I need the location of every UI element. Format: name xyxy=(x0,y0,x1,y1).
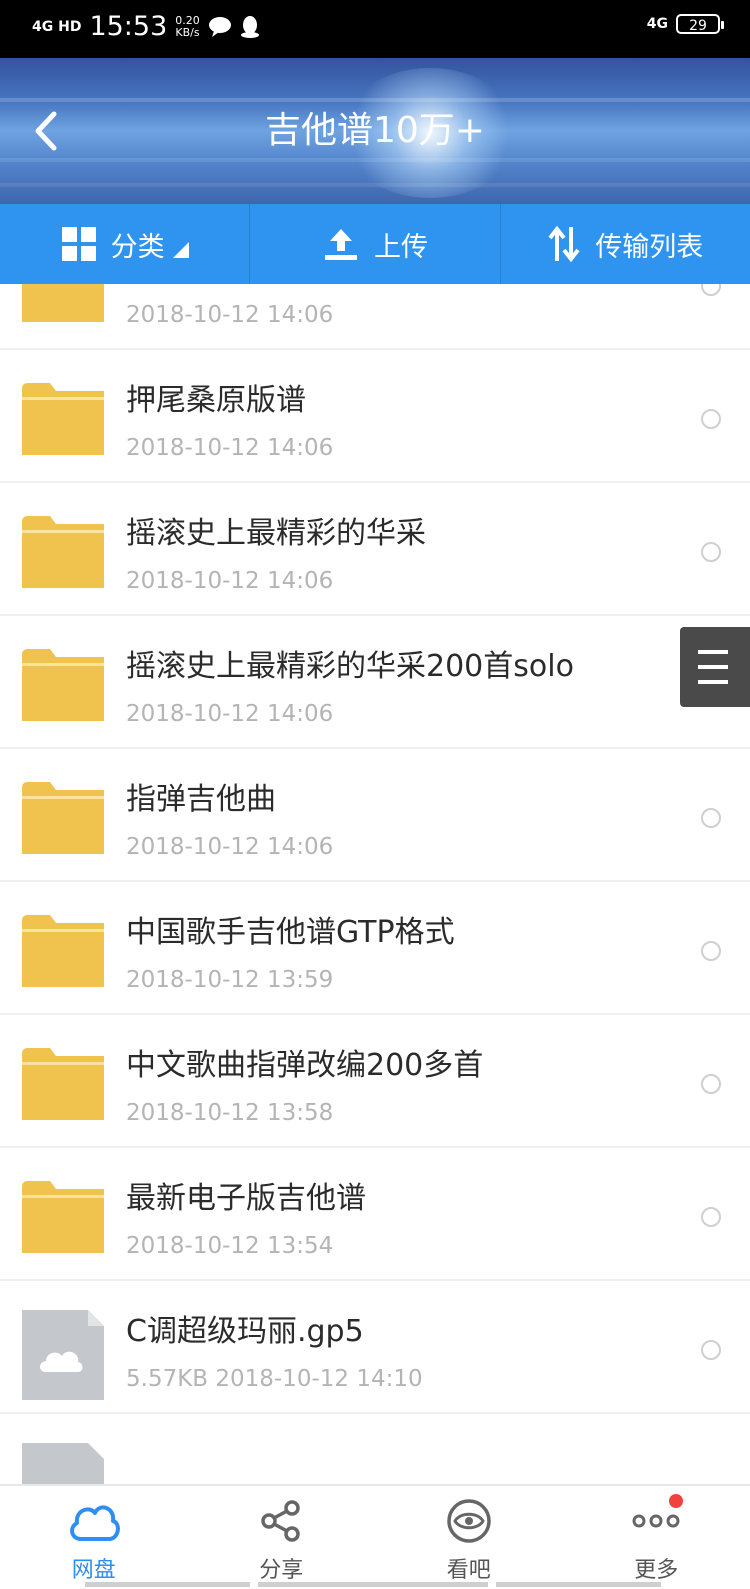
banner-wave xyxy=(0,158,750,162)
tab-more[interactable]: 更多 xyxy=(563,1486,750,1589)
item-meta: 2018-10-12 14:06 xyxy=(126,433,333,463)
action-toolbar: 分类 上传 传输列表 xyxy=(0,204,750,284)
folder-icon xyxy=(22,516,104,588)
item-meta: 2018-10-12 14:06 xyxy=(126,300,333,330)
select-radio[interactable] xyxy=(701,808,721,828)
page-title: 吉他谱10万+ xyxy=(0,106,750,156)
chat-icon xyxy=(208,16,232,38)
upload-button[interactable]: 上传 xyxy=(250,204,500,284)
tab-watch[interactable]: 看吧 xyxy=(375,1486,563,1589)
item-meta: 2018-10-12 13:59 xyxy=(126,965,333,995)
cloud-file-icon xyxy=(22,1310,104,1400)
transfer-list-label: 传输列表 xyxy=(595,225,703,264)
item-name: 最新电子版吉他谱 xyxy=(126,1181,366,1217)
select-radio[interactable] xyxy=(701,1074,721,1094)
select-radio[interactable] xyxy=(701,941,721,961)
item-meta: 5.57KB 2018-10-12 14:10 xyxy=(126,1364,423,1394)
share-icon xyxy=(259,1499,303,1543)
select-radio[interactable] xyxy=(701,284,721,296)
folder-icon xyxy=(22,915,104,987)
folder-icon xyxy=(22,1048,104,1120)
battery-indicator: 29 xyxy=(676,14,720,34)
cloud-file-icon xyxy=(22,1443,104,1484)
more-dots-icon xyxy=(631,1511,681,1531)
select-radio[interactable] xyxy=(701,409,721,429)
transfer-arrows-icon xyxy=(547,225,581,263)
nav-indicator xyxy=(258,1582,488,1587)
tab-more-label: 更多 xyxy=(634,1552,678,1584)
grid-icon xyxy=(61,226,97,262)
tab-share[interactable]: 分享 xyxy=(188,1486,376,1589)
folder-row[interactable]: 摇滚史上最精彩的华采 2018-10-12 14:06 xyxy=(0,484,750,616)
folder-row[interactable]: 摇滚史上最精彩的华采200首solo 2018-10-12 14:06 xyxy=(0,617,750,749)
notification-dot xyxy=(669,1494,683,1508)
folder-row[interactable]: 最新电子版吉他谱 2018-10-12 13:54 xyxy=(0,1149,750,1281)
folder-icon xyxy=(22,284,104,322)
nav-indicator xyxy=(85,1582,250,1587)
folder-icon xyxy=(22,1181,104,1253)
bottom-tab-bar: 网盘 分享 看吧 xyxy=(0,1484,750,1589)
item-meta: 2018-10-12 14:06 xyxy=(126,832,333,862)
item-name: C调超级玛丽.gp5 xyxy=(126,1314,364,1350)
item-name: 押尾桑原版谱 xyxy=(126,383,306,419)
folder-icon xyxy=(22,782,104,854)
cloud-icon xyxy=(67,1499,121,1543)
folder-icon xyxy=(22,383,104,455)
item-name: 摇滚史上最精彩的华采 xyxy=(126,516,426,552)
category-button[interactable]: 分类 xyxy=(0,204,250,284)
select-radio[interactable] xyxy=(701,542,721,562)
item-meta: 2018-10-12 14:06 xyxy=(126,699,333,729)
select-radio[interactable] xyxy=(701,1207,721,1227)
file-row[interactable]: C调超级玛丽.gp5 5.57KB 2018-10-12 14:10 xyxy=(0,1282,750,1414)
floating-menu-button[interactable] xyxy=(680,627,750,707)
tab-watch-label: 看吧 xyxy=(447,1552,491,1584)
folder-row[interactable]: 指弹吉他曲 2018-10-12 14:06 xyxy=(0,750,750,882)
status-bar: 4G HD 15:53 0.20 KB/s 4G 29 xyxy=(0,0,750,58)
category-label: 分类 xyxy=(111,225,165,264)
eye-icon xyxy=(446,1498,492,1544)
qq-icon xyxy=(240,15,260,39)
net-speed: 0.20 KB/s xyxy=(175,15,200,39)
folder-row[interactable]: 押尾桑原版谱 2018-10-12 14:06 xyxy=(0,351,750,483)
network-indicator: 4G HD xyxy=(32,20,81,34)
folder-row[interactable]: 中文歌曲指弹改编200多首 2018-10-12 13:58 xyxy=(0,1016,750,1148)
tab-netdisk-label: 网盘 xyxy=(72,1552,116,1584)
item-name: 校园歌曲 xyxy=(126,284,246,286)
folder-row[interactable]: 中国歌手吉他谱GTP格式 2018-10-12 13:59 xyxy=(0,883,750,1015)
banner-cloud xyxy=(0,98,750,102)
upload-label: 上传 xyxy=(374,225,428,264)
dropdown-triangle-icon xyxy=(173,242,189,258)
signal-indicator: 4G xyxy=(647,16,668,32)
menu-icon xyxy=(680,627,750,707)
item-name: 指弹吉他曲 xyxy=(126,782,276,818)
item-meta: 2018-10-12 14:06 xyxy=(126,566,333,596)
nav-indicator xyxy=(496,1582,661,1587)
header-banner: 吉他谱10万+ xyxy=(0,58,750,204)
file-row-partial[interactable] xyxy=(0,1415,750,1484)
tab-netdisk[interactable]: 网盘 xyxy=(0,1486,188,1589)
transfer-list-button[interactable]: 传输列表 xyxy=(501,204,750,284)
banner-wave xyxy=(0,183,750,187)
item-meta: 2018-10-12 13:54 xyxy=(126,1231,333,1261)
item-name: 中文歌曲指弹改编200多首 xyxy=(126,1048,483,1084)
folder-icon xyxy=(22,649,104,721)
upload-icon xyxy=(322,225,360,263)
folder-row[interactable]: 校园歌曲 2018-10-12 14:06 xyxy=(0,284,750,350)
tab-share-label: 分享 xyxy=(259,1552,303,1584)
clock: 15:53 xyxy=(89,12,167,42)
item-name: 摇滚史上最精彩的华采200首solo xyxy=(126,649,574,685)
file-list: 校园歌曲 2018-10-12 14:06 押尾桑原版谱 2018-10-12 14:… xyxy=(0,284,750,1484)
select-radio[interactable] xyxy=(701,1340,721,1360)
item-meta: 2018-10-12 13:58 xyxy=(126,1098,333,1128)
net-speed-unit: KB/s xyxy=(175,27,200,39)
item-name: 中国歌手吉他谱GTP格式 xyxy=(126,915,455,951)
